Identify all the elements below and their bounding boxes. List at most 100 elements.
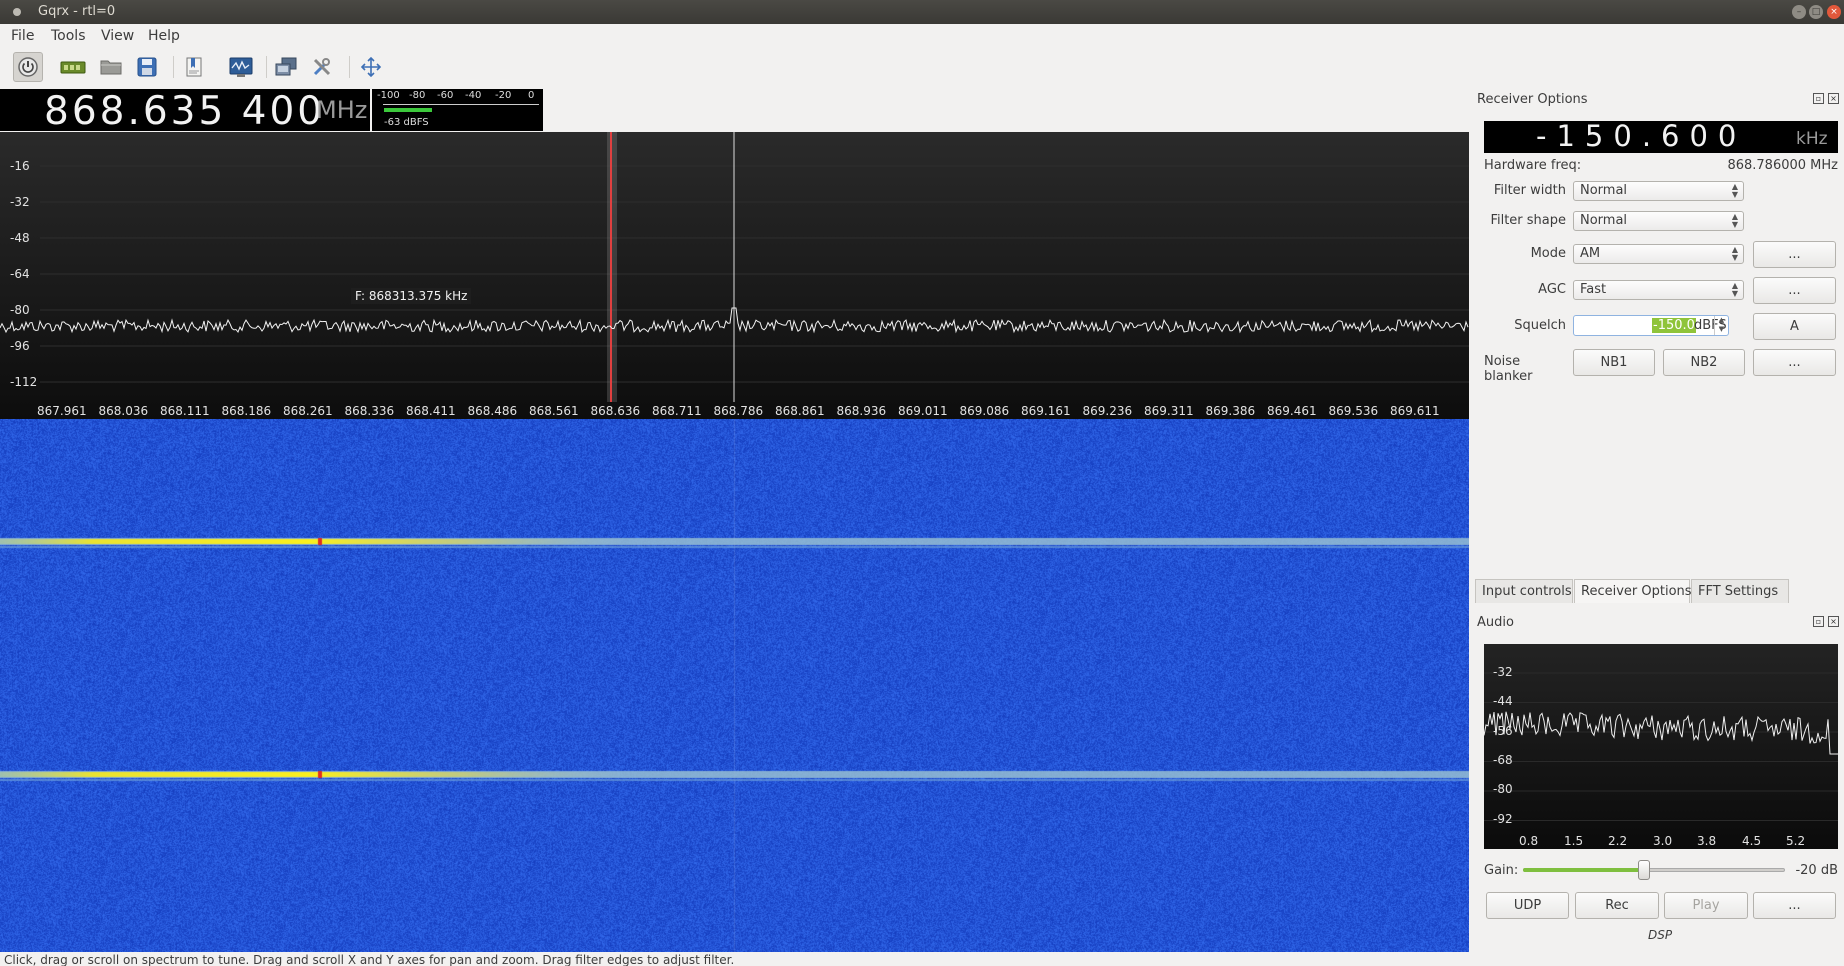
title-bar: Gqrx - rtl=0 – □ ×	[0, 0, 1844, 24]
spectrum-x-tick: 869.386	[1205, 404, 1256, 418]
frequency-display[interactable]: 868.635 400 MHz	[0, 89, 370, 134]
menu-help[interactable]: Help	[148, 28, 180, 44]
meter-tick: -60	[437, 90, 454, 101]
filter-offset-display[interactable]: -150.600 kHz	[1484, 119, 1838, 153]
hardware-freq-label: Hardware freq:	[1484, 158, 1582, 173]
squelch-value[interactable]: -150.0	[1652, 318, 1696, 333]
signal-analysis-button[interactable]	[226, 52, 256, 82]
status-message: Click, drag or scroll on spectrum to tun…	[4, 953, 735, 966]
spectrum-x-tick: 868.186	[221, 404, 272, 418]
menu-tools[interactable]: Tools	[51, 28, 86, 44]
dsp-label: DSP	[1648, 928, 1673, 942]
bookmark-icon	[186, 57, 202, 77]
audio-y-tick: -68	[1493, 753, 1513, 767]
maximize-icon[interactable]: □	[1809, 5, 1823, 19]
filter-width-select[interactable]: Normal ▲ ▼	[1573, 181, 1744, 201]
rec-button[interactable]: Rec	[1575, 892, 1659, 919]
spectrum-x-tick: 868.336	[344, 404, 395, 418]
menu-bar: File Tools View Help	[0, 24, 1844, 48]
open-folder-icon	[100, 60, 122, 75]
receiver-options-title: Receiver Options	[1477, 92, 1588, 107]
toolbar-separator	[266, 56, 267, 78]
configure-button[interactable]	[307, 52, 337, 82]
tab-receiver-options[interactable]: Receiver Options	[1574, 579, 1692, 603]
window-title: Gqrx - rtl=0	[38, 4, 116, 19]
open-settings-button[interactable]	[96, 52, 126, 82]
remote-icon	[275, 57, 297, 76]
dock-close-icon[interactable]: ×	[1828, 93, 1839, 104]
close-icon[interactable]: ×	[1827, 5, 1841, 19]
squelch-auto-button[interactable]: A	[1753, 313, 1836, 340]
audio-y-tick: -80	[1493, 782, 1513, 796]
audio-x-tick: 0.8	[1519, 834, 1539, 848]
signal-meter: -100 -80 -60 -40 -20 0 -63 dBFS	[372, 89, 543, 131]
meter-tick: -80	[409, 90, 426, 101]
spectrum-y-tick: -64	[10, 267, 30, 281]
spectrum-y-tick: -16	[10, 159, 30, 173]
filter-offset-unit: kHz	[1796, 129, 1828, 149]
power-button[interactable]	[13, 52, 43, 82]
filter-offset-digits[interactable]: -150.600	[1536, 119, 1746, 153]
filter-width-label: Filter width	[1493, 183, 1566, 198]
fullscreen-button[interactable]	[356, 52, 386, 82]
filter-shape-label: Filter shape	[1490, 213, 1566, 228]
noise-blanker-options-button[interactable]: ...	[1753, 349, 1836, 376]
spectrum-x-tick: 868.636	[590, 404, 641, 418]
spectrum-canvas[interactable]	[0, 132, 1469, 419]
spectrum-x-tick: 868.936	[836, 404, 887, 418]
frequency-digits[interactable]: 868.635 400	[44, 89, 325, 134]
nb1-button[interactable]: NB1	[1573, 349, 1655, 376]
mode-select[interactable]: AM ▲ ▼	[1573, 244, 1744, 264]
audio-x-tick: 5.2	[1786, 834, 1806, 848]
audio-title: Audio	[1477, 615, 1514, 630]
tab-input-controls[interactable]: Input controls	[1475, 579, 1573, 603]
tab-fft-settings[interactable]: FFT Settings	[1691, 579, 1789, 603]
play-button[interactable]: Play	[1664, 892, 1748, 919]
spectrum-x-tick: 867.961	[37, 404, 87, 418]
device-icon	[60, 61, 86, 74]
audio-x-tick: 3.0	[1653, 834, 1673, 848]
hardware-freq-value: 868.786000 MHz	[1727, 158, 1838, 173]
agc-select[interactable]: Fast ▲ ▼	[1573, 280, 1744, 300]
spectrum-plot[interactable]: -16 -32 -48 -64 -80 -96 -112 867.961 868.…	[0, 132, 1469, 419]
audio-y-tick: -32	[1493, 665, 1513, 679]
audio-fft-canvas	[1484, 672, 1838, 821]
gain-label: Gain:	[1484, 863, 1519, 878]
agc-options-button[interactable]: ...	[1753, 277, 1836, 304]
mode-options-button[interactable]: ...	[1753, 241, 1836, 268]
filter-width-value: Normal	[1580, 183, 1628, 198]
waterfall-display[interactable]	[0, 419, 1469, 952]
spectrum-y-tick: -112	[10, 375, 38, 389]
spectrum-y-tick: -32	[10, 195, 30, 209]
float-icon[interactable]: ▫	[1813, 93, 1824, 104]
gain-slider-handle[interactable]	[1637, 860, 1650, 880]
power-icon	[18, 57, 38, 77]
app-menu-icon[interactable]	[13, 8, 21, 16]
audio-x-tick: 3.8	[1697, 834, 1717, 848]
meter-tick: -100	[377, 90, 400, 101]
audio-options-button[interactable]: ...	[1753, 892, 1836, 919]
bookmarks-button[interactable]	[179, 52, 209, 82]
audio-x-tick: 1.5	[1564, 834, 1584, 848]
float-icon[interactable]: ▫	[1813, 616, 1824, 627]
save-settings-button[interactable]	[132, 52, 162, 82]
spectrum-x-tick: 868.486	[467, 404, 518, 418]
minimize-icon[interactable]: –	[1792, 5, 1806, 19]
meter-tick: -40	[465, 90, 482, 101]
spin-arrows-icon[interactable]: ▲ ▼	[1714, 316, 1728, 335]
io-devices-button[interactable]	[58, 52, 88, 82]
waterfall-canvas[interactable]	[0, 419, 1469, 952]
audio-fft-plot[interactable]: -32 -44 -56 -68 -80 -92 0.8 1.5 2.2 3.0 …	[1484, 644, 1838, 849]
spectrum-x-tick: 868.261	[283, 404, 333, 418]
udp-button[interactable]: UDP	[1486, 892, 1569, 919]
status-bar: Click, drag or scroll on spectrum to tun…	[0, 952, 1469, 966]
frequency-unit: MHz	[316, 96, 368, 124]
nb2-button[interactable]: NB2	[1663, 349, 1745, 376]
menu-file[interactable]: File	[11, 28, 34, 44]
filter-shape-select[interactable]: Normal ▲ ▼	[1573, 211, 1744, 231]
remote-control-button[interactable]	[271, 52, 301, 82]
menu-view[interactable]: View	[101, 28, 134, 44]
dock-close-icon[interactable]: ×	[1828, 616, 1839, 627]
tools-icon	[313, 58, 331, 76]
squelch-spinbox[interactable]: -150.0 dBFS ▲ ▼	[1573, 315, 1729, 336]
